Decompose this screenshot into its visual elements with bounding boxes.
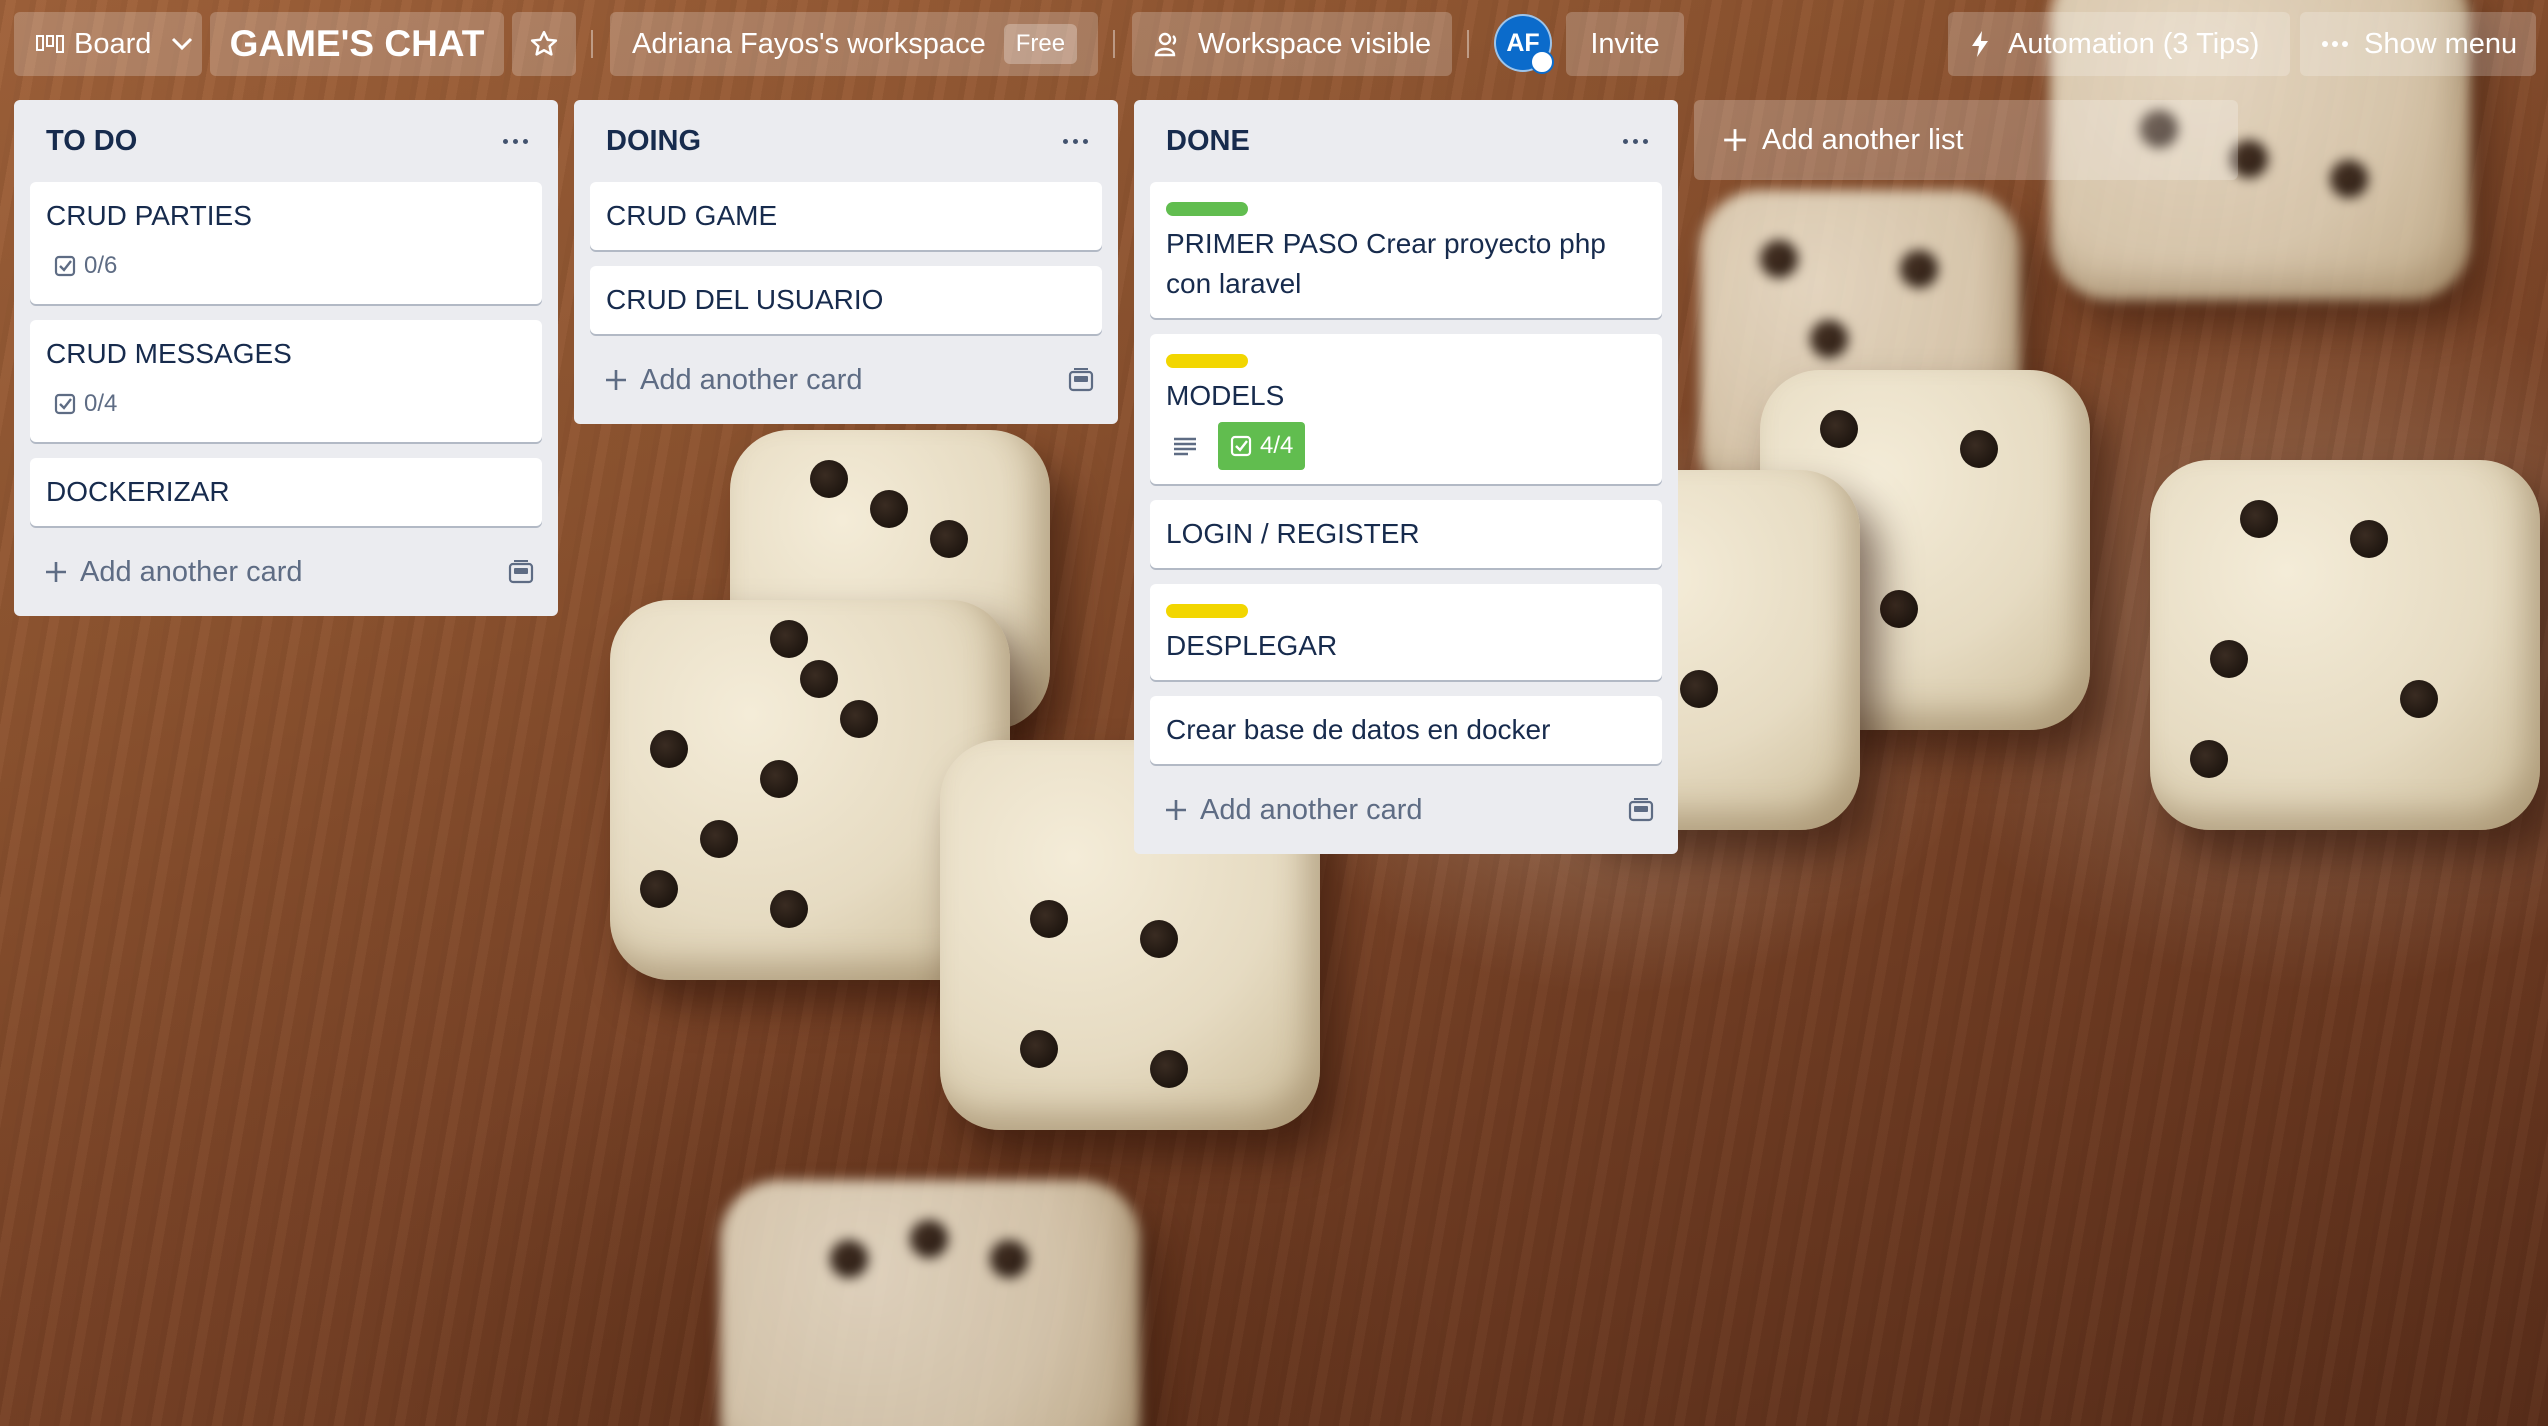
chevron-down-icon [172,37,193,51]
header-separator [1467,30,1469,58]
card-title: LOGIN / REGISTER [1166,518,1420,549]
card-title: CRUD PARTIES [46,200,252,231]
card-title: PRIMER PASO Crear proyecto php con larav… [1166,228,1606,299]
checklist-icon [1230,435,1252,457]
board-icon [36,35,64,53]
card-title: DOCKERIZAR [46,476,230,507]
list-done: DONE PRIMER PASO Crear proyecto php con … [1134,100,1678,854]
automation-button[interactable]: Automation (3 Tips) [1948,12,2290,76]
card[interactable]: DOCKERIZAR [30,458,542,526]
people-icon [1154,32,1177,57]
list-todo: TO DO CRUD PARTIES 0/6 CRUD MESSAGES 0/4… [14,100,558,616]
add-card-label: Add another card [640,363,863,396]
green-label[interactable] [1166,202,1248,216]
checklist-icon [54,393,76,415]
member-avatar[interactable]: AF [1494,14,1554,74]
checklist-count: 0/4 [84,390,118,417]
list-menu-icon[interactable] [1623,138,1648,144]
checklist-count: 4/4 [1260,432,1294,459]
board-title-button[interactable]: GAME'S CHAT [210,12,504,76]
card-title: CRUD DEL USUARIO [606,284,884,315]
view-switcher-label: Board [74,27,152,60]
card-badges: 4/4 [1166,422,1646,470]
template-icon[interactable] [1068,368,1094,392]
board-title: GAME'S CHAT [229,23,485,64]
add-card-button[interactable]: Add another card [30,542,542,602]
add-card-label: Add another card [80,555,303,588]
add-list-label: Add another list [1762,123,1964,156]
show-menu-label: Show menu [2364,27,2518,60]
yellow-label[interactable] [1166,354,1248,368]
workspace-name: Adriana Fayos's workspace [632,27,986,60]
dice-image [720,1180,1140,1426]
invite-label: Invite [1590,27,1660,60]
template-icon[interactable] [1628,798,1654,822]
card[interactable]: Crear base de datos en docker [1150,696,1662,764]
invite-button[interactable]: Invite [1566,12,1684,76]
card[interactable]: CRUD GAME [590,182,1102,250]
card[interactable]: MODELS 4/4 [1150,334,1662,484]
list-title[interactable]: DOING [606,125,701,158]
list-menu-icon[interactable] [1063,138,1088,144]
list-header: DOING [590,100,1102,182]
show-menu-button[interactable]: Show menu [2300,12,2536,76]
more-icon [2322,41,2348,47]
header-separator [1113,30,1115,58]
checklist-badge: 4/4 [1218,422,1306,470]
visibility-label: Workspace visible [1198,27,1432,60]
card[interactable]: CRUD DEL USUARIO [590,266,1102,334]
view-switcher-button[interactable]: Board [14,12,202,76]
header-separator [591,30,593,58]
card[interactable]: LOGIN / REGISTER [1150,500,1662,568]
card[interactable]: DESPLEGAR [1150,584,1662,680]
board-header: Board GAME'S CHAT Adriana Fayos's worksp… [0,0,2548,88]
template-icon[interactable] [508,560,534,584]
checklist-icon [54,255,76,277]
card[interactable]: PRIMER PASO Crear proyecto php con larav… [1150,182,1662,318]
card-title: Crear base de datos en docker [1166,714,1551,745]
plus-icon [1724,129,1746,151]
list-menu-icon[interactable] [503,138,528,144]
card[interactable]: CRUD MESSAGES 0/4 [30,320,542,442]
visibility-button[interactable]: Workspace visible [1132,12,1452,76]
card-badges: 0/4 [46,380,526,428]
admin-badge-icon [1530,50,1554,74]
list-doing: DOING CRUD GAME CRUD DEL USUARIO Add ano… [574,100,1118,424]
lightning-icon [1972,31,1988,57]
list-title[interactable]: TO DO [46,125,137,158]
add-card-label: Add another card [1200,793,1423,826]
description-icon [1174,437,1196,456]
automation-label: Automation (3 Tips) [2008,27,2260,60]
star-icon [530,30,558,56]
star-button[interactable] [512,12,576,76]
card-badges: 0/6 [46,242,526,290]
add-card-button[interactable]: Add another card [1150,780,1662,840]
add-list-button[interactable]: Add another list [1694,100,2238,180]
yellow-label[interactable] [1166,604,1248,618]
plus-icon [46,562,66,582]
card-title: CRUD GAME [606,200,778,231]
card-title: DESPLEGAR [1166,630,1338,661]
list-header: DONE [1150,100,1662,182]
dice-image [2150,460,2540,830]
card-title: MODELS [1166,380,1285,411]
list-header: TO DO [30,100,542,182]
checklist-count: 0/6 [84,252,118,279]
plus-icon [606,370,626,390]
plus-icon [1166,800,1186,820]
workspace-plan-badge: Free [1003,24,1078,64]
add-card-button[interactable]: Add another card [590,350,1102,410]
checklist-badge: 0/4 [46,380,129,428]
checklist-badge: 0/6 [46,242,129,290]
card-title: CRUD MESSAGES [46,338,292,369]
workspace-button[interactable]: Adriana Fayos's workspace Free [610,12,1098,76]
card[interactable]: CRUD PARTIES 0/6 [30,182,542,304]
list-title[interactable]: DONE [1166,125,1250,158]
